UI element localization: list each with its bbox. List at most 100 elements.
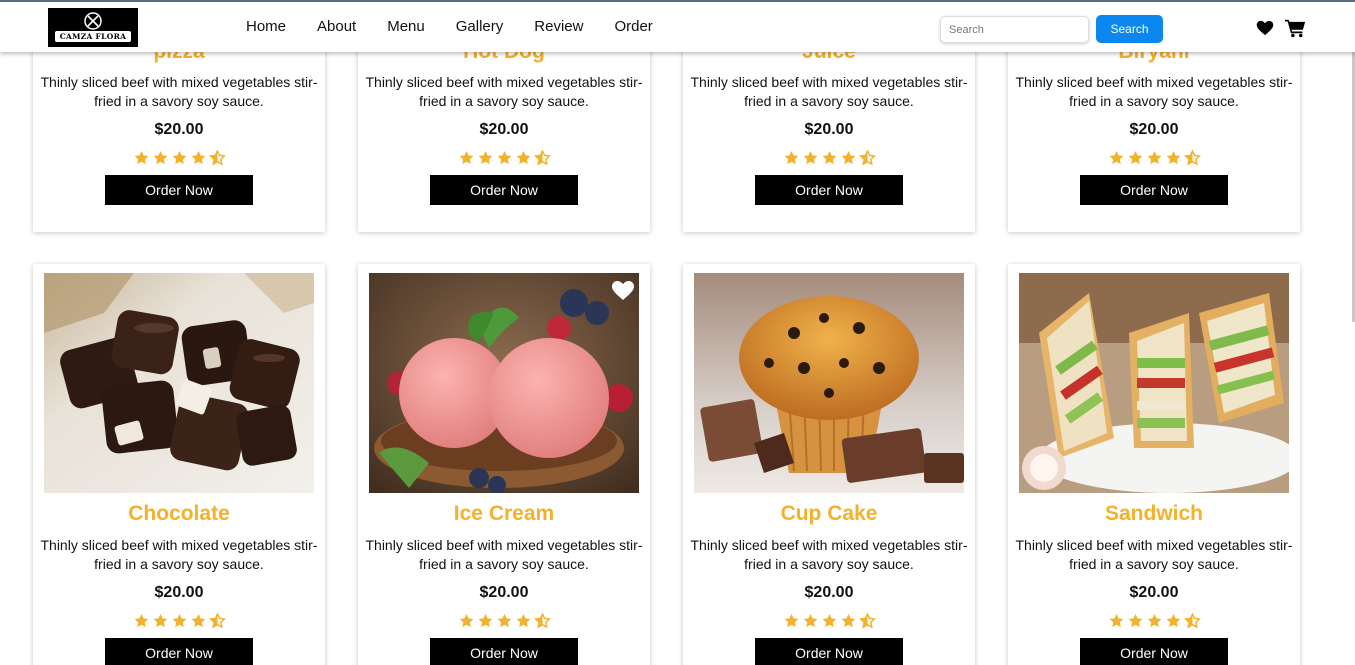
- navbar: CAMZA FLORA Home About Menu Gallery Revi…: [0, 0, 1355, 52]
- star-half-icon: [859, 613, 876, 629]
- rating-stars: [358, 150, 650, 166]
- product-description: Thinly sliced beef with mixed vegetables…: [365, 537, 643, 572]
- order-now-button[interactable]: Order Now: [430, 175, 578, 205]
- star-icon: [477, 613, 494, 629]
- product-price: $20.00: [1129, 584, 1179, 601]
- star-icon: [171, 150, 188, 166]
- star-icon: [1108, 150, 1125, 166]
- rating-stars: [1008, 613, 1300, 629]
- product-name: Chocolate: [128, 502, 230, 525]
- star-half-icon: [1184, 150, 1201, 166]
- product-price: $20.00: [154, 584, 204, 601]
- star-icon: [496, 613, 513, 629]
- product-description: Thinly sliced beef with mixed vegetables…: [1015, 537, 1293, 572]
- star-icon: [458, 150, 475, 166]
- heart-icon[interactable]: [1256, 20, 1274, 36]
- star-icon: [1127, 613, 1144, 629]
- star-half-icon: [209, 613, 226, 629]
- star-icon: [171, 613, 188, 629]
- order-now-button[interactable]: Order Now: [1080, 175, 1228, 205]
- rating-stars: [33, 613, 325, 629]
- product-price: $20.00: [154, 121, 204, 138]
- nav-link-menu[interactable]: Menu: [387, 18, 425, 35]
- rating-stars: [683, 613, 975, 629]
- star-icon: [1165, 150, 1182, 166]
- star-half-icon: [1184, 613, 1201, 629]
- product-price: $20.00: [804, 584, 854, 601]
- product-price: $20.00: [1129, 121, 1179, 138]
- star-icon: [1146, 613, 1163, 629]
- product-name: Cup Cake: [780, 502, 878, 525]
- star-icon: [152, 613, 169, 629]
- product-description: Thinly sliced beef with mixed vegetables…: [1015, 74, 1293, 109]
- star-icon: [133, 613, 150, 629]
- product-price: $20.00: [804, 121, 854, 138]
- brand-logo[interactable]: CAMZA FLORA: [48, 8, 138, 47]
- star-icon: [190, 613, 207, 629]
- cart-icon[interactable]: [1285, 18, 1306, 38]
- brand-name: CAMZA FLORA: [55, 31, 131, 42]
- product-price: $20.00: [479, 584, 529, 601]
- nav-link-review[interactable]: Review: [534, 18, 583, 35]
- rating-stars: [33, 150, 325, 166]
- star-icon: [840, 150, 857, 166]
- order-now-button[interactable]: Order Now: [430, 638, 578, 665]
- product-description: Thinly sliced beef with mixed vegetables…: [690, 74, 968, 109]
- product-card-chocolate: Chocolate Thinly sliced beef with mixed …: [33, 264, 325, 665]
- product-description: Thinly sliced beef with mixed vegetables…: [690, 537, 968, 572]
- strawberry-ice-cream-picture: [369, 273, 639, 493]
- product-description: Thinly sliced beef with mixed vegetables…: [40, 537, 318, 572]
- star-half-icon: [209, 150, 226, 166]
- star-icon: [1165, 613, 1182, 629]
- star-icon: [802, 150, 819, 166]
- star-half-icon: [534, 150, 551, 166]
- star-icon: [802, 613, 819, 629]
- nav-link-home[interactable]: Home: [246, 18, 286, 35]
- product-name: Ice Cream: [453, 502, 555, 525]
- order-now-button[interactable]: Order Now: [1080, 638, 1228, 665]
- search-input[interactable]: [940, 16, 1089, 43]
- order-now-button[interactable]: Order Now: [755, 638, 903, 665]
- star-icon: [133, 150, 150, 166]
- club-sandwich-picture: [1019, 273, 1289, 493]
- chocolate-image: [44, 273, 314, 493]
- star-half-icon: [534, 613, 551, 629]
- favorite-heart-icon[interactable]: [611, 280, 635, 301]
- star-icon: [515, 150, 532, 166]
- order-now-button[interactable]: Order Now: [105, 175, 253, 205]
- product-card-cup-cake: Cup Cake Thinly sliced beef with mixed v…: [683, 264, 975, 665]
- star-icon: [1146, 150, 1163, 166]
- nav-link-about[interactable]: About: [317, 18, 356, 35]
- star-icon: [783, 613, 800, 629]
- ice-cream-image: [369, 273, 639, 493]
- product-price: $20.00: [479, 121, 529, 138]
- star-icon: [1127, 150, 1144, 166]
- rating-stars: [358, 613, 650, 629]
- order-now-button[interactable]: Order Now: [755, 175, 903, 205]
- star-icon: [496, 150, 513, 166]
- product-card-sandwich: Sandwich Thinly sliced beef with mixed v…: [1008, 264, 1300, 665]
- search-button[interactable]: Search: [1096, 15, 1163, 43]
- cup-cake-image: [694, 273, 964, 493]
- star-half-icon: [859, 150, 876, 166]
- star-icon: [190, 150, 207, 166]
- star-icon: [840, 613, 857, 629]
- product-description: Thinly sliced beef with mixed vegetables…: [40, 74, 318, 109]
- nav-link-order[interactable]: Order: [614, 18, 652, 35]
- star-icon: [821, 150, 838, 166]
- star-icon: [783, 150, 800, 166]
- rating-stars: [1008, 150, 1300, 166]
- sandwich-image: [1019, 273, 1289, 493]
- chocolate-chip-muffin-picture: [694, 273, 964, 493]
- star-icon: [1108, 613, 1125, 629]
- star-icon: [152, 150, 169, 166]
- nav-link-gallery[interactable]: Gallery: [456, 18, 504, 35]
- chef-utensils-icon: [84, 12, 102, 30]
- star-icon: [821, 613, 838, 629]
- product-card-ice-cream: Ice Cream Thinly sliced beef with mixed …: [358, 264, 650, 665]
- rating-stars: [683, 150, 975, 166]
- star-icon: [477, 150, 494, 166]
- order-now-button[interactable]: Order Now: [105, 638, 253, 665]
- main-nav: Home About Menu Gallery Review Order: [246, 18, 653, 35]
- star-icon: [458, 613, 475, 629]
